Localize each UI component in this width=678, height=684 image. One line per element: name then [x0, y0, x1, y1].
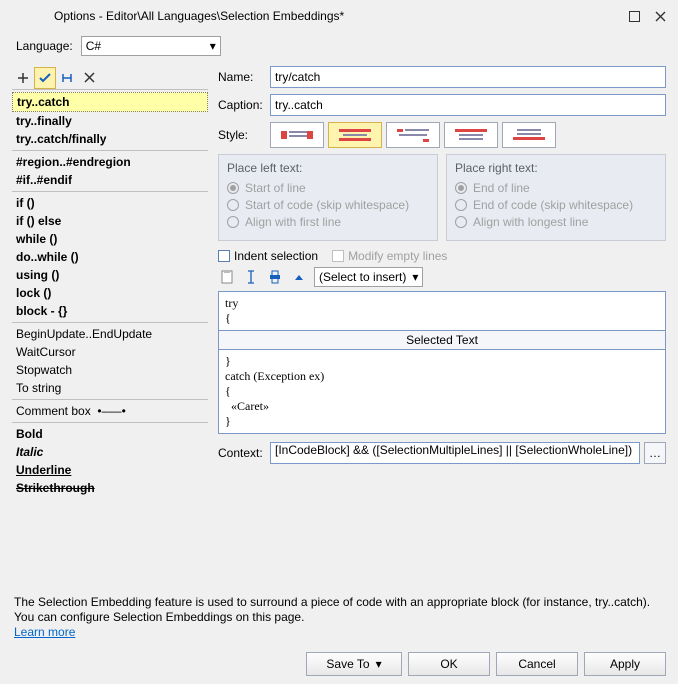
style-label: Style:: [218, 128, 270, 142]
list-divider: [12, 399, 208, 400]
style-option-5[interactable]: [502, 122, 556, 148]
style-option-1[interactable]: [270, 122, 324, 148]
save-to-button[interactable]: Save To▾: [306, 652, 402, 676]
list-item[interactable]: try..catch/finally: [12, 130, 208, 148]
indent-label: Indent selection: [234, 249, 318, 263]
chevron-down-icon: ▾: [412, 270, 418, 284]
toggle-icon[interactable]: [56, 67, 78, 89]
list-item[interactable]: try..catch: [12, 92, 208, 112]
list-divider: [12, 422, 208, 423]
ok-button[interactable]: OK: [408, 652, 490, 676]
list-item[interactable]: try..finally: [12, 112, 208, 130]
name-input[interactable]: [270, 66, 666, 88]
language-label: Language:: [16, 39, 73, 53]
list-item[interactable]: while (): [12, 230, 208, 248]
list-divider: [12, 150, 208, 151]
style-option-2[interactable]: [328, 122, 382, 148]
collapse-icon[interactable]: [290, 268, 308, 286]
close-icon[interactable]: [650, 6, 670, 26]
delete-icon[interactable]: [78, 67, 100, 89]
selected-text-bar: Selected Text: [218, 330, 666, 350]
list-item[interactable]: Strikethrough: [12, 479, 208, 497]
list-item[interactable]: using (): [12, 266, 208, 284]
radio-start-of-code: Start of code (skip whitespace): [227, 198, 429, 212]
list-item[interactable]: block - {}: [12, 302, 208, 320]
language-value: C#: [86, 39, 101, 53]
context-more-button[interactable]: …: [644, 442, 666, 464]
text-icon[interactable]: [266, 268, 284, 286]
radio-end-of-line: End of line: [455, 181, 657, 195]
style-option-3[interactable]: [386, 122, 440, 148]
name-label: Name:: [218, 70, 270, 84]
list-item[interactable]: Bold: [12, 425, 208, 443]
chevron-down-icon: ▾: [210, 39, 216, 53]
modify-checkbox: [332, 250, 344, 262]
enabled-icon[interactable]: [34, 67, 56, 89]
radio-align-longest: Align with longest line: [455, 215, 657, 229]
list-item[interactable]: To string: [12, 379, 208, 397]
radio-align-first: Align with first line: [227, 215, 429, 229]
radio-end-of-code: End of code (skip whitespace): [455, 198, 657, 212]
list-item[interactable]: #if..#endif: [12, 171, 208, 189]
caption-input[interactable]: [270, 94, 666, 116]
list-item[interactable]: WaitCursor: [12, 343, 208, 361]
embeddings-list: try..catch try..finally try..catch/final…: [12, 92, 208, 497]
list-divider: [12, 191, 208, 192]
clipboard-icon[interactable]: [218, 268, 236, 286]
apply-button[interactable]: Apply: [584, 652, 666, 676]
maximize-icon[interactable]: [624, 6, 644, 26]
context-label: Context:: [218, 446, 270, 460]
language-select[interactable]: C# ▾: [81, 36, 221, 56]
place-left-group: Place left text: Start of line Start of …: [218, 154, 438, 241]
code-top-editor[interactable]: try {: [218, 291, 666, 331]
indent-checkbox[interactable]: [218, 250, 230, 262]
cancel-button[interactable]: Cancel: [496, 652, 578, 676]
place-right-group: Place right text: End of line End of cod…: [446, 154, 666, 241]
list-item[interactable]: Underline: [12, 461, 208, 479]
list-item[interactable]: BeginUpdate..EndUpdate: [12, 325, 208, 343]
code-bottom-editor[interactable]: } catch (Exception ex) { «Caret» }: [218, 349, 666, 434]
list-item[interactable]: #region..#endregion: [12, 153, 208, 171]
list-item[interactable]: Italic: [12, 443, 208, 461]
list-item[interactable]: Comment box •‒‒‒•: [12, 402, 208, 420]
window-title: Options - Editor\All Languages\Selection…: [8, 9, 618, 23]
radio-start-of-line: Start of line: [227, 181, 429, 195]
description-text: The Selection Embedding feature is used …: [14, 595, 664, 640]
insert-select[interactable]: (Select to insert) ▾: [314, 267, 423, 287]
list-item[interactable]: if (): [12, 194, 208, 212]
list-item[interactable]: Stopwatch: [12, 361, 208, 379]
learn-more-link[interactable]: Learn more: [14, 625, 75, 639]
place-left-title: Place left text:: [227, 161, 429, 175]
context-input[interactable]: [InCodeBlock] && ([SelectionMultipleLine…: [270, 442, 640, 464]
place-right-title: Place right text:: [455, 161, 657, 175]
modify-label: Modify empty lines: [348, 249, 447, 263]
cursor-icon[interactable]: [242, 268, 260, 286]
list-item[interactable]: do..while (): [12, 248, 208, 266]
style-option-4[interactable]: [444, 122, 498, 148]
list-item[interactable]: lock (): [12, 284, 208, 302]
caption-label: Caption:: [218, 98, 270, 112]
add-icon[interactable]: [12, 67, 34, 89]
list-item[interactable]: if () else: [12, 212, 208, 230]
list-divider: [12, 322, 208, 323]
chevron-down-icon: ▾: [376, 657, 382, 671]
